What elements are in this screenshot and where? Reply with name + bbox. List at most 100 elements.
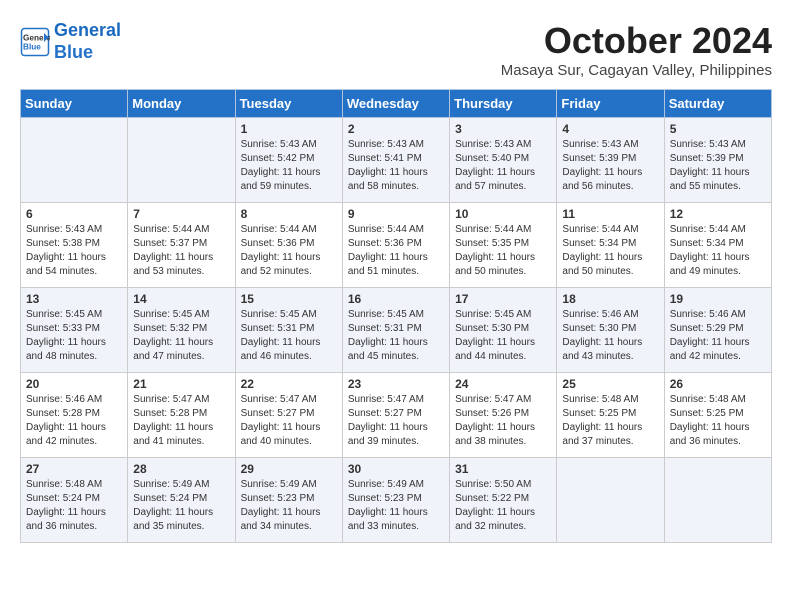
- day-number: 9: [348, 207, 444, 221]
- day-cell: 8 Sunrise: 5:44 AM Sunset: 5:36 PM Daylig…: [235, 203, 342, 288]
- day-number: 18: [562, 292, 658, 306]
- week-row-2: 6 Sunrise: 5:43 AM Sunset: 5:38 PM Daylig…: [21, 203, 772, 288]
- day-cell: 24Sunrise: 5:47 AM Sunset: 5:26 PM Dayli…: [450, 373, 557, 458]
- day-number: 10: [455, 207, 551, 221]
- day-info: Sunrise: 5:49 AM Sunset: 5:23 PM Dayligh…: [348, 478, 444, 534]
- logo: General Blue General Blue: [20, 20, 121, 63]
- day-info: Sunrise: 5:44 AM Sunset: 5:36 PM Dayligh…: [241, 223, 337, 279]
- title-block: October 2024 Masaya Sur, Cagayan Valley,…: [501, 20, 772, 79]
- day-cell: 13 Sunrise: 5:45 AM Sunset: 5:33 PM Dayli…: [21, 288, 128, 373]
- header-row: SundayMondayTuesdayWednesdayThursdayFrid…: [21, 90, 772, 118]
- day-info: Sunrise: 5:47 AM Sunset: 5:27 PM Dayligh…: [348, 393, 444, 449]
- day-number: 11: [562, 207, 658, 221]
- day-cell: [128, 118, 235, 203]
- day-info: Sunrise: 5:43 AM Sunset: 5:40 PM Dayligh…: [455, 138, 551, 194]
- col-header-friday: Friday: [557, 90, 664, 118]
- day-number: 15: [241, 292, 337, 306]
- day-number: 20: [26, 377, 122, 391]
- logo-general: General: [54, 20, 121, 40]
- location: Masaya Sur, Cagayan Valley, Philippines: [501, 62, 772, 79]
- day-info: Sunrise: 5:44 AM Sunset: 5:37 PM Dayligh…: [133, 223, 229, 279]
- svg-text:Blue: Blue: [23, 42, 41, 51]
- day-info: Sunrise: 5:45 AM Sunset: 5:32 PM Dayligh…: [133, 308, 229, 364]
- logo-icon: General Blue: [20, 27, 50, 57]
- day-cell: 6 Sunrise: 5:43 AM Sunset: 5:38 PM Daylig…: [21, 203, 128, 288]
- day-cell: 2Sunrise: 5:43 AM Sunset: 5:41 PM Daylig…: [342, 118, 449, 203]
- col-header-saturday: Saturday: [664, 90, 771, 118]
- day-cell: 1 Sunrise: 5:43 AM Sunset: 5:42 PM Daylig…: [235, 118, 342, 203]
- day-cell: 9 Sunrise: 5:44 AM Sunset: 5:36 PM Daylig…: [342, 203, 449, 288]
- day-info: Sunrise: 5:45 AM Sunset: 5:30 PM Dayligh…: [455, 308, 551, 364]
- day-cell: 21Sunrise: 5:47 AM Sunset: 5:28 PM Dayli…: [128, 373, 235, 458]
- day-info: Sunrise: 5:44 AM Sunset: 5:34 PM Dayligh…: [562, 223, 658, 279]
- day-cell: 20 Sunrise: 5:46 AM Sunset: 5:28 PM Dayli…: [21, 373, 128, 458]
- day-cell: 25Sunrise: 5:48 AM Sunset: 5:25 PM Dayli…: [557, 373, 664, 458]
- day-info: Sunrise: 5:46 AM Sunset: 5:30 PM Dayligh…: [562, 308, 658, 364]
- day-cell: 4Sunrise: 5:43 AM Sunset: 5:39 PM Daylig…: [557, 118, 664, 203]
- page-header: General Blue General Blue October 2024 M…: [20, 20, 772, 79]
- day-number: 5: [670, 122, 766, 136]
- day-number: 1: [241, 122, 337, 136]
- col-header-monday: Monday: [128, 90, 235, 118]
- day-number: 22: [241, 377, 337, 391]
- day-number: 7: [133, 207, 229, 221]
- day-info: Sunrise: 5:46 AM Sunset: 5:28 PM Dayligh…: [26, 393, 122, 449]
- day-info: Sunrise: 5:48 AM Sunset: 5:24 PM Dayligh…: [26, 478, 122, 534]
- day-cell: 19Sunrise: 5:46 AM Sunset: 5:29 PM Dayli…: [664, 288, 771, 373]
- col-header-wednesday: Wednesday: [342, 90, 449, 118]
- day-info: Sunrise: 5:43 AM Sunset: 5:41 PM Dayligh…: [348, 138, 444, 194]
- day-info: Sunrise: 5:44 AM Sunset: 5:35 PM Dayligh…: [455, 223, 551, 279]
- day-info: Sunrise: 5:49 AM Sunset: 5:24 PM Dayligh…: [133, 478, 229, 534]
- logo-text: General Blue: [54, 20, 121, 63]
- day-number: 17: [455, 292, 551, 306]
- day-info: Sunrise: 5:50 AM Sunset: 5:22 PM Dayligh…: [455, 478, 551, 534]
- day-cell: [557, 458, 664, 543]
- logo-blue: Blue: [54, 42, 93, 62]
- day-cell: 10 Sunrise: 5:44 AM Sunset: 5:35 PM Dayli…: [450, 203, 557, 288]
- day-number: 14: [133, 292, 229, 306]
- day-info: Sunrise: 5:49 AM Sunset: 5:23 PM Dayligh…: [241, 478, 337, 534]
- day-number: 30: [348, 462, 444, 476]
- day-cell: 11 Sunrise: 5:44 AM Sunset: 5:34 PM Dayli…: [557, 203, 664, 288]
- day-info: Sunrise: 5:43 AM Sunset: 5:42 PM Dayligh…: [241, 138, 337, 194]
- day-cell: 30 Sunrise: 5:49 AM Sunset: 5:23 PM Dayli…: [342, 458, 449, 543]
- day-info: Sunrise: 5:48 AM Sunset: 5:25 PM Dayligh…: [670, 393, 766, 449]
- col-header-tuesday: Tuesday: [235, 90, 342, 118]
- day-info: Sunrise: 5:45 AM Sunset: 5:33 PM Dayligh…: [26, 308, 122, 364]
- day-cell: 23 Sunrise: 5:47 AM Sunset: 5:27 PM Dayli…: [342, 373, 449, 458]
- day-number: 19: [670, 292, 766, 306]
- day-info: Sunrise: 5:45 AM Sunset: 5:31 PM Dayligh…: [348, 308, 444, 364]
- day-cell: 16 Sunrise: 5:45 AM Sunset: 5:31 PM Dayli…: [342, 288, 449, 373]
- day-number: 3: [455, 122, 551, 136]
- day-number: 13: [26, 292, 122, 306]
- month-title: October 2024: [501, 20, 772, 62]
- day-cell: 22Sunrise: 5:47 AM Sunset: 5:27 PM Dayli…: [235, 373, 342, 458]
- day-number: 16: [348, 292, 444, 306]
- day-cell: 5 Sunrise: 5:43 AM Sunset: 5:39 PM Daylig…: [664, 118, 771, 203]
- day-info: Sunrise: 5:44 AM Sunset: 5:36 PM Dayligh…: [348, 223, 444, 279]
- day-cell: 15Sunrise: 5:45 AM Sunset: 5:31 PM Dayli…: [235, 288, 342, 373]
- day-number: 12: [670, 207, 766, 221]
- day-number: 27: [26, 462, 122, 476]
- day-number: 6: [26, 207, 122, 221]
- day-info: Sunrise: 5:43 AM Sunset: 5:38 PM Dayligh…: [26, 223, 122, 279]
- day-info: Sunrise: 5:47 AM Sunset: 5:26 PM Dayligh…: [455, 393, 551, 449]
- calendar-table: SundayMondayTuesdayWednesdayThursdayFrid…: [20, 89, 772, 543]
- day-cell: 12Sunrise: 5:44 AM Sunset: 5:34 PM Dayli…: [664, 203, 771, 288]
- week-row-4: 20 Sunrise: 5:46 AM Sunset: 5:28 PM Dayli…: [21, 373, 772, 458]
- day-cell: 7 Sunrise: 5:44 AM Sunset: 5:37 PM Daylig…: [128, 203, 235, 288]
- col-header-thursday: Thursday: [450, 90, 557, 118]
- week-row-1: 1 Sunrise: 5:43 AM Sunset: 5:42 PM Daylig…: [21, 118, 772, 203]
- day-cell: [664, 458, 771, 543]
- day-cell: [21, 118, 128, 203]
- day-number: 31: [455, 462, 551, 476]
- day-number: 8: [241, 207, 337, 221]
- day-number: 23: [348, 377, 444, 391]
- day-cell: 28Sunrise: 5:49 AM Sunset: 5:24 PM Dayli…: [128, 458, 235, 543]
- day-cell: 14 Sunrise: 5:45 AM Sunset: 5:32 PM Dayli…: [128, 288, 235, 373]
- day-cell: 3 Sunrise: 5:43 AM Sunset: 5:40 PM Daylig…: [450, 118, 557, 203]
- day-info: Sunrise: 5:43 AM Sunset: 5:39 PM Dayligh…: [670, 138, 766, 194]
- day-info: Sunrise: 5:43 AM Sunset: 5:39 PM Dayligh…: [562, 138, 658, 194]
- day-cell: 26Sunrise: 5:48 AM Sunset: 5:25 PM Dayli…: [664, 373, 771, 458]
- day-number: 21: [133, 377, 229, 391]
